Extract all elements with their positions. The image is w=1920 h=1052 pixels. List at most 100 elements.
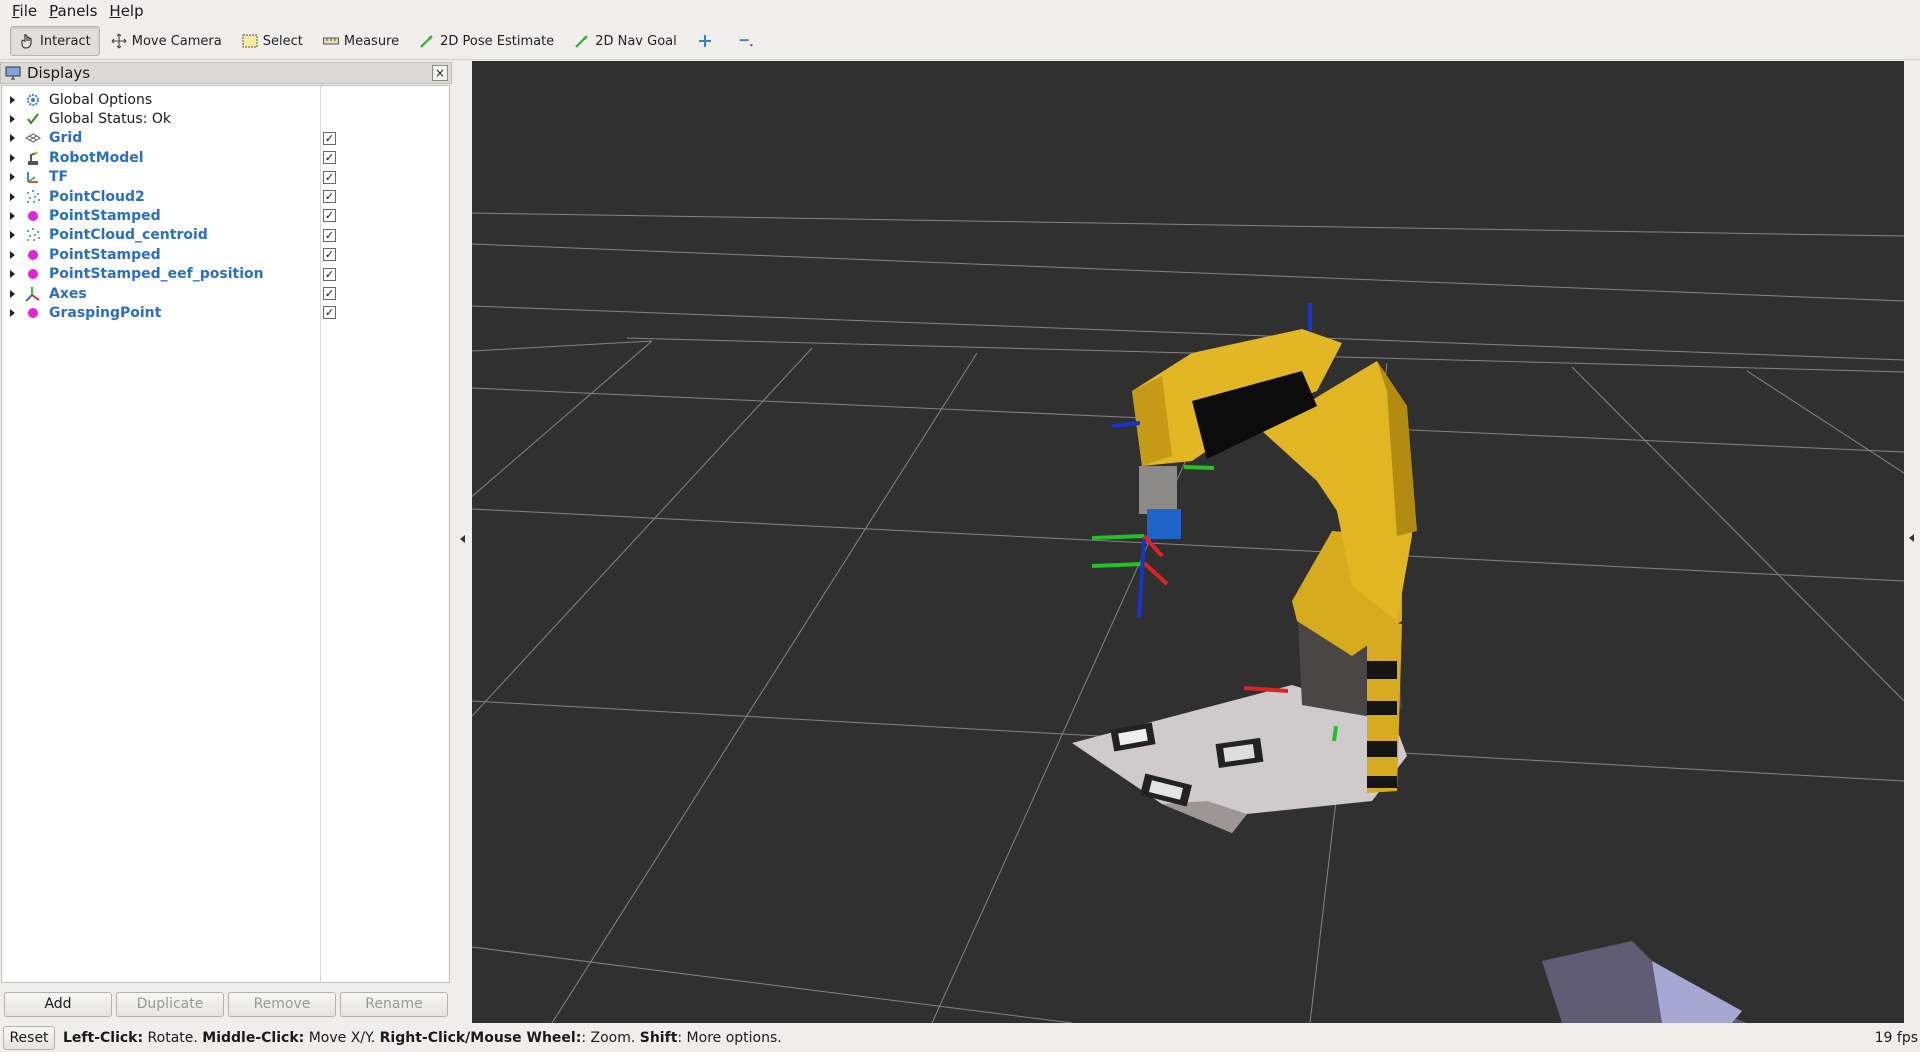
- help-key: Left-Click:: [63, 1030, 144, 1046]
- menu-help[interactable]: Help: [103, 0, 149, 23]
- expand-arrow-icon[interactable]: [10, 211, 15, 220]
- expand-arrow-icon[interactable]: [10, 114, 15, 123]
- displays-button-row: Add Duplicate Remove Rename: [0, 992, 452, 1018]
- display-row[interactable]: Global Options: [2, 90, 449, 109]
- display-label: PointStamped_eef_position: [49, 266, 264, 283]
- pointcloud-icon: [25, 189, 41, 205]
- collapse-left-icon[interactable]: [460, 535, 465, 543]
- minus-dropdown-icon: [738, 33, 754, 49]
- display-row[interactable]: RobotModel ✓: [2, 148, 449, 167]
- help-action: : Zoom.: [581, 1030, 640, 1046]
- select-box-icon: [242, 33, 258, 49]
- robot-icon: [25, 150, 41, 166]
- display-enabled-checkbox[interactable]: ✓: [323, 170, 336, 184]
- menu-help-mnemonic: H: [109, 2, 121, 20]
- displays-panel: Displays × Global Options Global Status: …: [0, 62, 452, 1024]
- nav-goal-tool-button[interactable]: 2D Nav Goal: [565, 26, 686, 56]
- expand-arrow-icon[interactable]: [10, 308, 15, 317]
- expand-arrow-icon[interactable]: [10, 153, 15, 162]
- close-panel-button[interactable]: ×: [432, 65, 448, 81]
- menu-panels-label: anels: [57, 2, 98, 20]
- point-icon: [25, 208, 41, 224]
- display-row[interactable]: PointStamped ✓: [2, 206, 449, 225]
- expand-arrow-icon[interactable]: [10, 270, 15, 279]
- display-row[interactable]: GraspingPoint ✓: [2, 303, 449, 322]
- display-label: Global Status: Ok: [49, 110, 172, 127]
- display-row[interactable]: Axes ✓: [2, 284, 449, 303]
- checkmark-icon: [25, 111, 41, 127]
- grid-icon: [25, 130, 41, 146]
- left-splitter[interactable]: [455, 62, 471, 1024]
- measure-tool-button[interactable]: Measure: [314, 26, 408, 56]
- remove-display-button[interactable]: Remove: [228, 992, 336, 1017]
- display-enabled-checkbox[interactable]: ✓: [323, 306, 336, 320]
- add-display-button[interactable]: Add: [4, 992, 112, 1017]
- help-action: Move X/Y.: [304, 1030, 380, 1046]
- help-key: Middle-Click:: [202, 1030, 305, 1046]
- display-row[interactable]: Global Status: Ok: [2, 109, 449, 128]
- select-tool-button[interactable]: Select: [233, 26, 312, 56]
- display-row[interactable]: Grid ✓: [2, 129, 449, 148]
- grid-lines: [472, 212, 1904, 1023]
- right-splitter[interactable]: [1904, 61, 1920, 1023]
- mouse-help-text: Left-Click: Rotate. Middle-Click: Move X…: [63, 1030, 782, 1046]
- display-row[interactable]: PointCloud_centroid ✓: [2, 226, 449, 245]
- monitor-icon: [5, 66, 21, 80]
- display-row[interactable]: PointStamped_eef_position ✓: [2, 265, 449, 284]
- menu-panels[interactable]: Panels: [43, 0, 103, 23]
- fps-readout: 19 fps: [1874, 1030, 1918, 1046]
- 3d-viewport[interactable]: [472, 61, 1904, 1023]
- hand-pointer-icon: [19, 33, 35, 49]
- menu-file-mnemonic: F: [12, 2, 20, 20]
- display-label: Grid: [49, 130, 83, 147]
- display-label: PointCloud2: [49, 188, 145, 205]
- display-label: TF: [49, 169, 69, 186]
- display-enabled-checkbox[interactable]: ✓: [323, 190, 336, 203]
- pointcloud-icon: [25, 227, 41, 243]
- add-tool-button[interactable]: [688, 26, 727, 56]
- display-enabled-checkbox[interactable]: ✓: [323, 228, 336, 242]
- expand-arrow-icon[interactable]: [10, 95, 15, 104]
- status-bar: Reset Left-Click: Rotate. Middle-Click: …: [0, 1024, 1920, 1052]
- move-camera-tool-button[interactable]: Move Camera: [102, 26, 231, 56]
- expand-arrow-icon[interactable]: [10, 289, 15, 298]
- display-enabled-checkbox[interactable]: ✓: [323, 287, 336, 300]
- display-label: Global Options: [49, 91, 153, 108]
- display-label: RobotModel: [49, 149, 144, 166]
- point-icon: [25, 266, 41, 282]
- collapse-right-icon[interactable]: [1909, 534, 1914, 542]
- pose-estimate-tool-button[interactable]: 2D Pose Estimate: [410, 26, 563, 56]
- menu-file[interactable]: File: [6, 0, 43, 23]
- display-row[interactable]: PointStamped ✓: [2, 245, 449, 264]
- expand-arrow-icon[interactable]: [10, 173, 15, 182]
- expand-arrow-icon[interactable]: [10, 250, 15, 259]
- displays-title: Displays: [27, 64, 91, 82]
- display-label: PointStamped: [49, 207, 161, 224]
- interact-tool-button[interactable]: Interact: [10, 26, 100, 56]
- rename-display-button[interactable]: Rename: [340, 992, 448, 1017]
- help-action: Rotate.: [143, 1030, 203, 1046]
- point-icon: [25, 305, 41, 321]
- display-label: Axes: [49, 285, 87, 302]
- point-cloud-fragment: [1542, 941, 1747, 1023]
- display-row[interactable]: TF ✓: [2, 168, 449, 187]
- remove-tool-button[interactable]: [729, 26, 768, 56]
- expand-arrow-icon[interactable]: [10, 192, 15, 201]
- duplicate-display-button[interactable]: Duplicate: [116, 992, 224, 1017]
- expand-arrow-icon[interactable]: [10, 134, 15, 143]
- display-enabled-checkbox[interactable]: ✓: [323, 209, 336, 223]
- display-enabled-checkbox[interactable]: ✓: [323, 267, 336, 281]
- reset-button[interactable]: Reset: [3, 1026, 55, 1050]
- expand-arrow-icon[interactable]: [10, 231, 15, 240]
- menu-help-label: elp: [120, 2, 144, 20]
- ruler-icon: [322, 33, 339, 49]
- help-key: Right-Click/Mouse Wheel:: [379, 1030, 582, 1046]
- display-row[interactable]: PointCloud2 ✓: [2, 187, 449, 206]
- menu-bar: File Panels Help: [0, 0, 1920, 23]
- help-action: : More options.: [677, 1030, 782, 1046]
- move-camera-label: Move Camera: [131, 33, 222, 49]
- tf-icon: [25, 169, 41, 185]
- display-enabled-checkbox[interactable]: ✓: [323, 248, 336, 262]
- display-enabled-checkbox[interactable]: ✓: [323, 131, 336, 145]
- display-enabled-checkbox[interactable]: ✓: [323, 151, 336, 165]
